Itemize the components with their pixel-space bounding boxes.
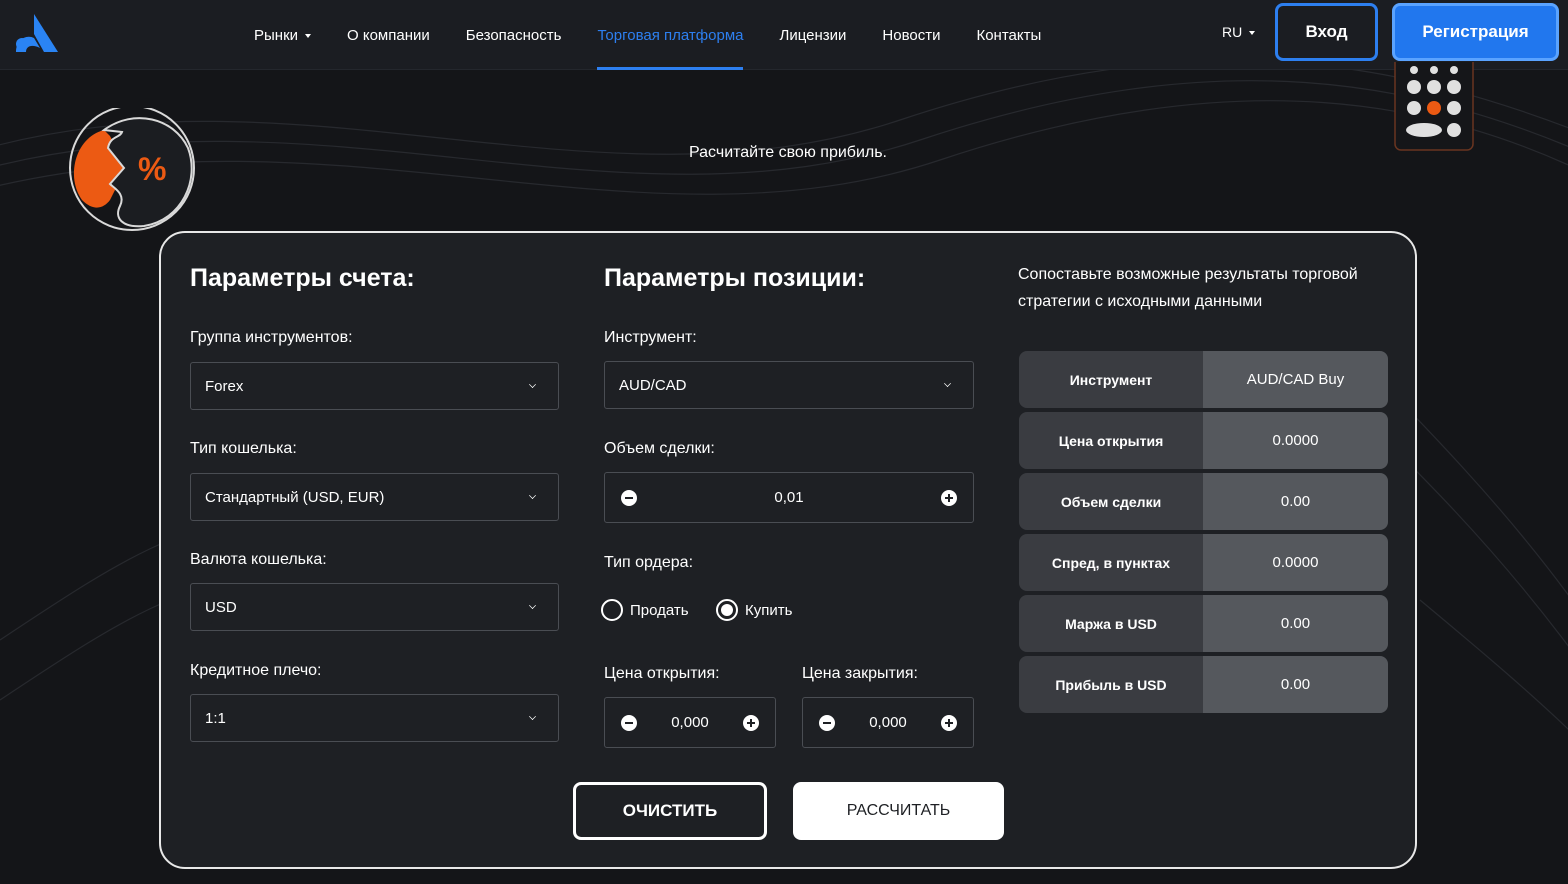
result-row-instrument: Инструмент AUD/CAD Buy	[1019, 351, 1388, 408]
result-key: Спред, в пунктах	[1019, 534, 1203, 591]
radio-buy[interactable]: Купить	[716, 599, 792, 621]
result-value: 0.00	[1203, 473, 1388, 530]
nav-item-label: Торговая платформа	[597, 26, 744, 44]
radio-buy-label: Купить	[745, 601, 793, 619]
nav-item-news[interactable]: Новости	[864, 0, 958, 70]
instrument-select[interactable]: AUD/CAD	[604, 361, 974, 409]
order-type-label: Тип ордера:	[604, 554, 694, 571]
volume-stepper: 0,01	[604, 472, 974, 523]
result-value: AUD/CAD Buy	[1203, 351, 1388, 408]
wallet-currency-value: USD	[205, 598, 237, 616]
nav-item-about[interactable]: О компании	[329, 0, 448, 70]
result-value: 0.00	[1203, 595, 1388, 652]
nav-item-label: Контакты	[976, 26, 1042, 44]
chevron-down-icon	[529, 602, 536, 609]
minus-icon[interactable]	[819, 715, 835, 731]
result-row-margin: Маржа в USD 0.00	[1019, 595, 1388, 652]
caret-down-icon	[305, 33, 312, 38]
wallet-currency-select[interactable]: USD	[190, 583, 559, 631]
account-params-title: Параметры счета:	[190, 264, 415, 292]
instrument-label: Инструмент:	[604, 329, 697, 346]
nav-item-label: Рынки	[254, 26, 299, 44]
nav-item-label: Новости	[882, 26, 941, 44]
login-button[interactable]: Вход	[1275, 3, 1378, 61]
result-key: Инструмент	[1019, 351, 1203, 408]
top-navbar: Рынки О компании Безопасность Торговая п…	[0, 0, 1568, 70]
chevron-down-icon	[944, 380, 951, 387]
wallet-type-select[interactable]: Стандартный (USD, EUR)	[190, 473, 559, 521]
chevron-down-icon	[529, 381, 536, 388]
calculate-button[interactable]: РАССЧИТАТЬ	[793, 782, 1004, 840]
results-table: Инструмент AUD/CAD Buy Цена открытия 0.0…	[1019, 351, 1388, 717]
result-key: Цена открытия	[1019, 412, 1203, 469]
caret-down-icon	[1249, 30, 1256, 35]
logo-icon[interactable]	[14, 12, 60, 54]
plus-icon[interactable]	[941, 715, 957, 731]
minus-icon[interactable]	[621, 490, 637, 506]
result-row-profit: Прибыль в USD 0.00	[1019, 656, 1388, 713]
radio-circle-checked	[716, 599, 738, 621]
volume-label: Объем сделки:	[604, 440, 715, 457]
wallet-type-value: Стандартный (USD, EUR)	[205, 488, 385, 506]
clear-button[interactable]: ОЧИСТИТЬ	[573, 782, 767, 840]
nav-item-label: О компании	[347, 26, 430, 44]
radio-circle	[601, 599, 623, 621]
language-label: RU	[1222, 24, 1243, 40]
nav-item-trading-platform[interactable]: Торговая платформа	[579, 0, 761, 70]
nav-item-markets[interactable]: Рынки	[236, 0, 329, 70]
result-value: 0.00	[1203, 656, 1388, 713]
main-nav: Рынки О компании Безопасность Торговая п…	[236, 0, 1059, 70]
plus-icon[interactable]	[743, 715, 759, 731]
result-row-spread: Спред, в пунктах 0.0000	[1019, 534, 1388, 591]
profit-calculator-card: Параметры счета: Группа инструментов: Fo…	[159, 231, 1417, 869]
nav-item-licenses[interactable]: Лицензии	[761, 0, 864, 70]
close-price-value[interactable]: 0,000	[869, 714, 907, 731]
instrument-group-value: Forex	[205, 377, 244, 395]
instrument-group-label: Группа инструментов:	[190, 329, 353, 346]
wallet-type-label: Тип кошелька:	[190, 440, 297, 457]
instrument-value: AUD/CAD	[619, 376, 687, 394]
percent-icon: %	[69, 108, 195, 231]
nav-item-label: Лицензии	[779, 26, 847, 44]
nav-item-contacts[interactable]: Контакты	[958, 0, 1059, 70]
open-price-label: Цена открытия:	[604, 665, 720, 682]
leverage-value: 1:1	[205, 709, 226, 727]
result-value: 0.0000	[1203, 534, 1388, 591]
nav-item-security[interactable]: Безопасность	[448, 0, 580, 70]
result-row-open-price: Цена открытия 0.0000	[1019, 412, 1388, 469]
calculator-icon	[1394, 62, 1474, 151]
hero-subtitle: Расчитайте свою прибиль.	[689, 144, 887, 161]
result-key: Объем сделки	[1019, 473, 1203, 530]
plus-icon[interactable]	[941, 490, 957, 506]
radio-sell[interactable]: Продать	[601, 599, 689, 621]
position-params-title: Параметры позиции:	[604, 264, 866, 292]
open-price-value[interactable]: 0,000	[671, 714, 709, 731]
nav-item-label: Безопасность	[465, 26, 562, 44]
wallet-currency-label: Валюта кошелька:	[190, 551, 327, 568]
close-price-stepper: 0,000	[802, 697, 974, 748]
leverage-label: Кредитное плечо:	[190, 662, 322, 679]
instrument-group-select[interactable]: Forex	[190, 362, 559, 410]
chevron-down-icon	[529, 713, 536, 720]
results-intro: Сопоставьте возможные результаты торгово…	[1018, 266, 1358, 310]
result-row-volume: Объем сделки 0.00	[1019, 473, 1388, 530]
leverage-select[interactable]: 1:1	[190, 694, 559, 742]
minus-icon[interactable]	[621, 715, 637, 731]
volume-value[interactable]: 0,01	[774, 489, 803, 506]
result-key: Маржа в USD	[1019, 595, 1203, 652]
chevron-down-icon	[529, 492, 536, 499]
open-price-stepper: 0,000	[604, 697, 776, 748]
register-button[interactable]: Регистрация	[1392, 3, 1559, 61]
close-price-label: Цена закрытия:	[802, 665, 918, 682]
radio-sell-label: Продать	[630, 601, 689, 619]
result-key: Прибыль в USD	[1019, 656, 1203, 713]
language-selector[interactable]: RU	[1222, 24, 1256, 40]
result-value: 0.0000	[1203, 412, 1388, 469]
